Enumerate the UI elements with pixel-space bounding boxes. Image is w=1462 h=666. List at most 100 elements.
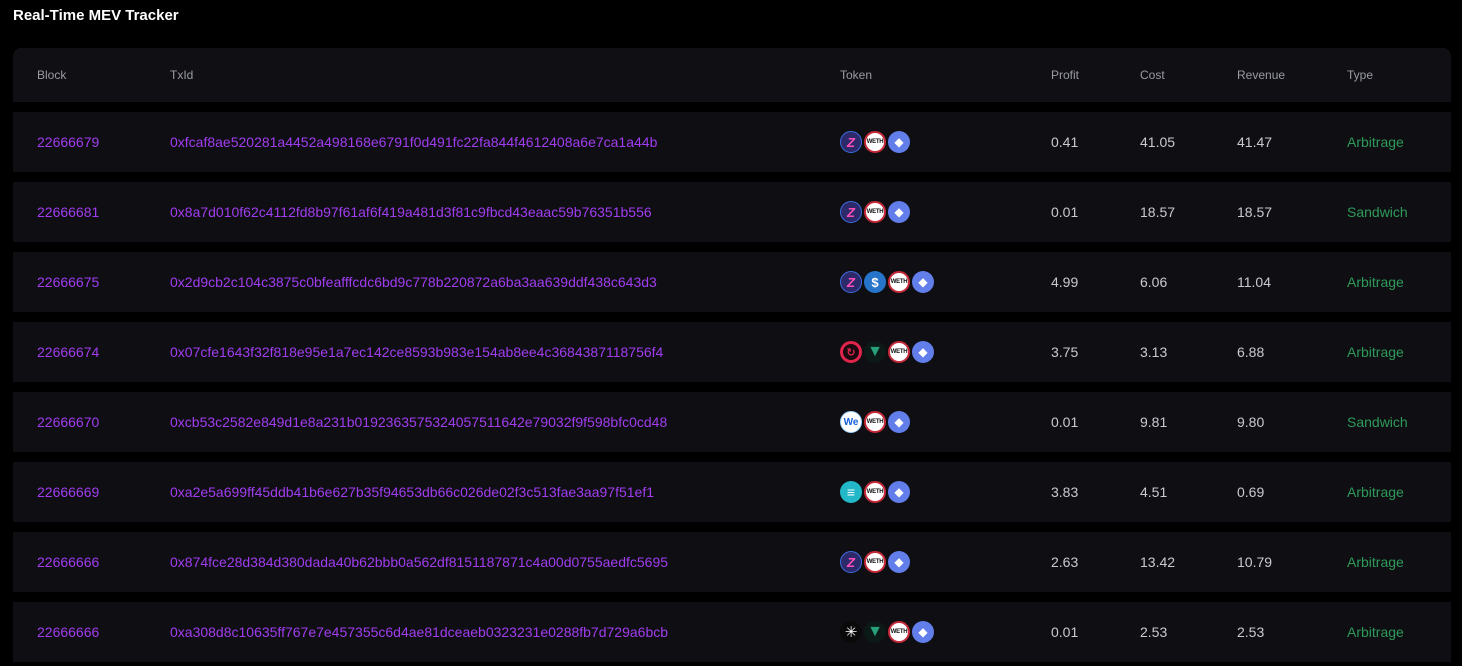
txid-link[interactable]: 0x2d9cb2c104c3875c0bfeafffcdc6bd9c778b22… [170, 252, 657, 312]
weth-icon: WETH [864, 551, 886, 573]
revenue-value: 0.69 [1237, 484, 1265, 500]
txid-link[interactable]: 0xfcaf8ae520281a4452a498168e6791f0d491fc… [170, 112, 657, 172]
token-cell: Z WETH ◆ [840, 532, 912, 592]
table-row: 22666679 0xfcaf8ae520281a4452a498168e6791… [13, 112, 1451, 172]
block-link[interactable]: 22666679 [37, 112, 99, 172]
z-token-icon: Z [840, 551, 862, 573]
token-cell: Z WETH ◆ [840, 182, 912, 242]
table-row: 22666674 0x07cfe1643f32f818e95e1a7ec142ce… [13, 322, 1451, 382]
token-cell: We WETH ◆ [840, 392, 912, 452]
weth-icon: WETH [864, 201, 886, 223]
header-token: Token [840, 68, 873, 82]
token-cell: ✳ ▼ WETH ◆ [840, 602, 936, 662]
header-block: Block [37, 68, 67, 82]
mev-table: Block TxId Token Profit Cost Revenue Typ… [13, 48, 1451, 662]
header-profit: Profit [1051, 68, 1080, 82]
tether-icon: ▼ [864, 621, 886, 643]
token-icons: ↻ ▼ WETH ◆ [840, 341, 936, 363]
revenue-value: 9.80 [1237, 414, 1265, 430]
z-token-icon: Z [840, 201, 862, 223]
token-cell: ≡ WETH ◆ [840, 462, 912, 522]
eth-icon: ◆ [912, 341, 934, 363]
type-label: Sandwich [1347, 204, 1408, 220]
block-link[interactable]: 22666666 [37, 602, 99, 662]
weth-icon: WETH [888, 621, 910, 643]
header-revenue: Revenue [1237, 68, 1286, 82]
type-label: Arbitrage [1347, 484, 1404, 500]
weth-icon: WETH [864, 411, 886, 433]
we-token-icon: We [840, 411, 862, 433]
profit-value: 0.01 [1051, 204, 1079, 220]
profit-value: 2.63 [1051, 554, 1079, 570]
txid-link[interactable]: 0x8a7d010f62c4112fd8b97f61af6f419a481d3f… [170, 182, 652, 242]
cost-value: 9.81 [1140, 414, 1168, 430]
profit-value: 0.01 [1051, 414, 1079, 430]
revenue-value: 41.47 [1237, 134, 1273, 150]
ring-token-icon: ↻ [840, 341, 862, 363]
revenue-value: 11.04 [1237, 274, 1271, 290]
table-row: 22666675 0x2d9cb2c104c3875c0bfeafffcdc6bd… [13, 252, 1451, 312]
type-label: Arbitrage [1347, 554, 1404, 570]
block-link[interactable]: 22666666 [37, 532, 99, 592]
cost-value: 13.42 [1140, 554, 1176, 570]
block-link[interactable]: 22666674 [37, 322, 99, 382]
token-icons: Z WETH ◆ [840, 551, 912, 573]
block-link[interactable]: 22666670 [37, 392, 99, 452]
type-label: Sandwich [1347, 414, 1408, 430]
eth-icon: ◆ [888, 131, 910, 153]
type-label: Arbitrage [1347, 344, 1404, 360]
profit-value: 0.01 [1051, 624, 1079, 640]
token-icons: ✳ ▼ WETH ◆ [840, 621, 936, 643]
cost-value: 41.05 [1140, 134, 1176, 150]
block-link[interactable]: 22666675 [37, 252, 99, 312]
header-type: Type [1347, 68, 1374, 82]
block-link[interactable]: 22666681 [37, 182, 99, 242]
txid-link[interactable]: 0xa308d8c10635ff767e7e457355c6d4ae81dcea… [170, 602, 668, 662]
eth-icon: ◆ [912, 271, 934, 293]
txid-link[interactable]: 0x874fce28d384d380dada40b62bbb0a562df815… [170, 532, 668, 592]
cost-value: 18.57 [1140, 204, 1176, 220]
usdc-icon: $ [864, 271, 886, 293]
z-token-icon: Z [840, 271, 862, 293]
revenue-value: 2.53 [1237, 624, 1265, 640]
type-label: Arbitrage [1347, 134, 1404, 150]
profit-value: 3.75 [1051, 344, 1079, 360]
e-token-icon: ≡ [840, 481, 862, 503]
tether-icon: ▼ [864, 341, 886, 363]
token-cell: Z WETH ◆ [840, 112, 912, 172]
type-label: Arbitrage [1347, 274, 1404, 290]
table-body: 22666679 0xfcaf8ae520281a4452a498168e6791… [13, 112, 1451, 662]
star-token-icon: ✳ [840, 621, 862, 643]
revenue-value: 18.57 [1237, 204, 1273, 220]
block-link[interactable]: 22666669 [37, 462, 99, 522]
token-icons: Z $ WETH ◆ [840, 271, 936, 293]
token-icons: ≡ WETH ◆ [840, 481, 912, 503]
cost-value: 3.13 [1140, 344, 1168, 360]
cost-value: 2.53 [1140, 624, 1168, 640]
table-header: Block TxId Token Profit Cost Revenue Typ… [13, 48, 1451, 102]
eth-icon: ◆ [912, 621, 934, 643]
txid-link[interactable]: 0xa2e5a699ff45ddb41b6e627b35f94653db66c0… [170, 462, 654, 522]
eth-icon: ◆ [888, 201, 910, 223]
txid-link[interactable]: 0x07cfe1643f32f818e95e1a7ec142ce8593b983… [170, 322, 663, 382]
type-label: Arbitrage [1347, 624, 1404, 640]
page-title: Real-Time MEV Tracker [13, 7, 179, 24]
table-row: 22666681 0x8a7d010f62c4112fd8b97f61af6f41… [13, 182, 1451, 242]
header-cost: Cost [1140, 68, 1165, 82]
table-row: 22666666 0x874fce28d384d380dada40b62bbb0a… [13, 532, 1451, 592]
token-icons: We WETH ◆ [840, 411, 912, 433]
table-row: 22666666 0xa308d8c10635ff767e7e457355c6d4… [13, 602, 1451, 662]
profit-value: 4.99 [1051, 274, 1079, 290]
eth-icon: ◆ [888, 481, 910, 503]
weth-icon: WETH [864, 131, 886, 153]
weth-icon: WETH [888, 271, 910, 293]
table-row: 22666670 0xcb53c2582e849d1e8a231b01923635… [13, 392, 1451, 452]
token-cell: ↻ ▼ WETH ◆ [840, 322, 936, 382]
z-token-icon: Z [840, 131, 862, 153]
eth-icon: ◆ [888, 551, 910, 573]
txid-link[interactable]: 0xcb53c2582e849d1e8a231b0192363575324057… [170, 392, 667, 452]
weth-icon: WETH [888, 341, 910, 363]
header-txid: TxId [170, 68, 194, 82]
token-icons: Z WETH ◆ [840, 131, 912, 153]
weth-icon: WETH [864, 481, 886, 503]
